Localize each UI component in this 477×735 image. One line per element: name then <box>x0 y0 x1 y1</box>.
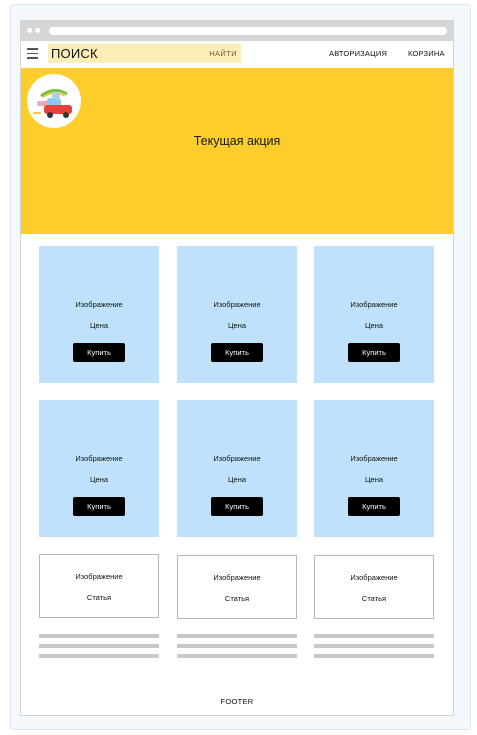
article-image-label: Изображение <box>213 573 261 582</box>
browser-titlebar <box>21 21 453 41</box>
article-card[interactable]: Изображение Статья <box>39 554 159 618</box>
product-price: Цена <box>364 475 384 484</box>
text-placeholder-line <box>39 654 159 658</box>
text-placeholder-line <box>39 634 159 638</box>
window-dot-icon <box>27 28 32 33</box>
text-placeholder-line <box>314 654 434 658</box>
article-label: Статья <box>224 594 250 603</box>
buy-button[interactable]: Купить <box>73 343 125 362</box>
product-image-label: Изображение <box>350 300 398 309</box>
logo[interactable] <box>27 74 81 128</box>
article-label: Статья <box>361 594 387 603</box>
product-image-label: Изображение <box>75 454 123 463</box>
nav-auth-link[interactable]: АВТОРИЗАЦИЯ <box>329 49 387 58</box>
text-placeholder-line <box>177 654 297 658</box>
product-card[interactable]: Изображение Цена Купить <box>39 246 159 383</box>
banner-title: Текущая акция <box>193 134 281 148</box>
buy-button[interactable]: Купить <box>211 497 263 516</box>
footer: FOOTER <box>220 697 254 706</box>
address-bar[interactable] <box>49 27 447 35</box>
product-card[interactable]: Изображение Цена Купить <box>177 400 297 537</box>
logo-car-icon <box>33 89 72 118</box>
article-image-label: Изображение <box>75 572 123 581</box>
nav-cart-link[interactable]: КОРЗИНА <box>408 49 445 58</box>
text-placeholder-line <box>39 644 159 648</box>
window-dot-icon <box>35 28 40 33</box>
product-price: Цена <box>89 321 109 330</box>
product-image-label: Изображение <box>213 300 261 309</box>
product-price: Цена <box>364 321 384 330</box>
product-image-label: Изображение <box>75 300 123 309</box>
browser-window: ПОИСК НАЙТИ АВТОРИЗАЦИЯ КОРЗИНА Текущая … <box>20 20 454 716</box>
buy-button[interactable]: Купить <box>211 343 263 362</box>
product-price: Цена <box>227 475 247 484</box>
text-placeholder-line <box>177 634 297 638</box>
product-price: Цена <box>89 475 109 484</box>
text-placeholder-line <box>314 644 434 648</box>
product-card[interactable]: Изображение Цена Купить <box>177 246 297 383</box>
search-label: ПОИСК <box>51 46 98 61</box>
article-label: Статья <box>86 593 112 602</box>
text-placeholder-line <box>177 644 297 648</box>
buy-button[interactable]: Купить <box>348 343 400 362</box>
text-placeholder-line <box>314 634 434 638</box>
product-image-label: Изображение <box>350 454 398 463</box>
buy-button[interactable]: Купить <box>348 497 400 516</box>
article-card[interactable]: Изображение Статья <box>314 555 434 619</box>
article-card[interactable]: Изображение Статья <box>177 555 297 619</box>
search-input[interactable]: ПОИСК НАЙТИ <box>48 44 241 63</box>
product-price: Цена <box>227 321 247 330</box>
product-card[interactable]: Изображение Цена Купить <box>39 400 159 537</box>
promo-banner[interactable]: Текущая акция <box>21 68 453 234</box>
site-header: ПОИСК НАЙТИ АВТОРИЗАЦИЯ КОРЗИНА <box>21 41 453 67</box>
buy-button[interactable]: Купить <box>73 497 125 516</box>
product-image-label: Изображение <box>213 454 261 463</box>
search-button[interactable]: НАЙТИ <box>209 49 237 58</box>
hamburger-menu-icon[interactable] <box>27 48 38 59</box>
product-card[interactable]: Изображение Цена Купить <box>314 246 434 383</box>
product-card[interactable]: Изображение Цена Купить <box>314 400 434 537</box>
article-image-label: Изображение <box>350 573 398 582</box>
